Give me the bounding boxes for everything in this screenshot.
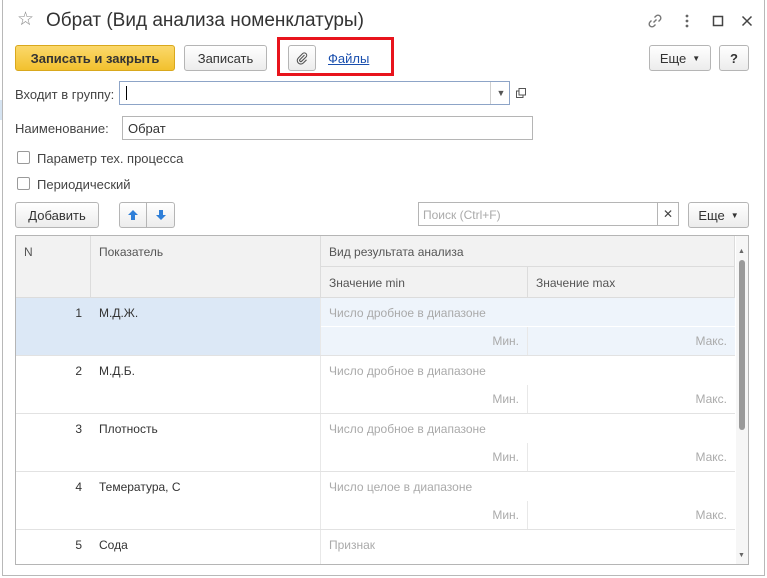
- header-min[interactable]: Значение min: [321, 267, 528, 298]
- close-icon[interactable]: [738, 12, 756, 30]
- row-indicator[interactable]: М.Д.Б.: [91, 356, 321, 413]
- text-cursor: [126, 86, 127, 100]
- row-min[interactable]: Мин.: [321, 327, 528, 355]
- help-button[interactable]: ?: [719, 45, 749, 71]
- row-result-type[interactable]: Число дробное в диапазоне: [321, 356, 735, 384]
- save-button[interactable]: Записать: [184, 45, 267, 71]
- search-input[interactable]: Поиск (Ctrl+F): [418, 202, 658, 226]
- row-result-type[interactable]: Число дробное в диапазоне: [321, 298, 735, 326]
- row-min[interactable]: Мин.: [321, 501, 528, 529]
- highlight-frame: [277, 37, 394, 76]
- table-row[interactable]: 3 Плотность Число дробное в диапазоне Ми…: [16, 414, 735, 472]
- clear-search-button[interactable]: ✕: [657, 202, 679, 226]
- clear-icon: ✕: [662, 207, 674, 221]
- table-row[interactable]: 1 М.Д.Ж. Число дробное в диапазоне Мин. …: [16, 298, 735, 356]
- row-max[interactable]: Макс.: [528, 327, 735, 355]
- save-and-close-button[interactable]: Записать и закрыть: [15, 45, 175, 71]
- arrow-down-icon: [155, 210, 166, 220]
- group-dropdown-button[interactable]: ▼: [490, 82, 511, 104]
- row-indicator[interactable]: Плотность: [91, 414, 321, 471]
- row-number: 4: [75, 480, 82, 494]
- row-max[interactable]: Макс.: [528, 385, 735, 413]
- more-menu-label: Еще: [659, 50, 687, 66]
- table-row[interactable]: 2 М.Д.Б. Число дробное в диапазоне Мин. …: [16, 356, 735, 414]
- maximize-icon[interactable]: [709, 12, 727, 30]
- row-number: 5: [75, 538, 82, 552]
- row-min[interactable]: Мин.: [321, 443, 528, 471]
- window-edge: [0, 100, 2, 120]
- table-more-menu-button[interactable]: Еще ▼: [688, 202, 749, 228]
- periodic-checkbox[interactable]: [17, 177, 30, 190]
- table-more-label: Еще: [698, 207, 725, 223]
- row-max[interactable]: Макс.: [528, 501, 735, 529]
- row-number: 1: [16, 298, 91, 355]
- arrow-up-icon: [128, 210, 138, 220]
- more-menu-button[interactable]: Еще ▼: [649, 45, 711, 71]
- row-number: 2: [75, 364, 82, 378]
- header-max[interactable]: Значение max: [528, 267, 735, 298]
- table-row[interactable]: 5 Сода Признак: [16, 530, 735, 564]
- table-row[interactable]: 4 Темература, С Число целое в диапазоне …: [16, 472, 735, 530]
- periodic-label: Периодический: [37, 177, 131, 192]
- move-up-button[interactable]: [119, 202, 147, 228]
- move-down-button[interactable]: [147, 202, 175, 228]
- name-input[interactable]: Обрат: [122, 116, 533, 140]
- more-vertical-icon[interactable]: [678, 12, 696, 30]
- row-result-type[interactable]: Число дробное в диапазоне: [321, 414, 735, 442]
- row-number: 3: [75, 422, 82, 436]
- row-result-type[interactable]: Число целое в диапазоне: [321, 472, 735, 500]
- chevron-down-icon: ▼: [692, 53, 701, 63]
- dropdown-arrow-icon: ▼: [496, 88, 506, 98]
- header-indicator[interactable]: Показатель: [91, 236, 321, 298]
- add-row-button[interactable]: Добавить: [15, 202, 99, 228]
- row-max[interactable]: Макс.: [528, 443, 735, 471]
- link-icon[interactable]: [646, 12, 664, 30]
- scroll-down-icon[interactable]: ▼: [738, 552, 745, 559]
- row-indicator[interactable]: М.Д.Ж.: [91, 298, 321, 355]
- chevron-down-icon: ▼: [730, 210, 739, 220]
- favorite-star-icon[interactable]: ☆: [17, 10, 34, 30]
- param-checkbox[interactable]: [17, 151, 30, 164]
- name-label: Наименование:: [15, 121, 109, 136]
- indicators-table: N Показатель Вид результата анализа Знач…: [15, 235, 749, 565]
- row-result-type[interactable]: Признак: [321, 530, 735, 558]
- group-open-button[interactable]: [512, 82, 530, 104]
- header-result-type[interactable]: Вид результата анализа: [321, 236, 735, 267]
- group-input[interactable]: [119, 81, 510, 105]
- row-indicator[interactable]: Темература, С: [91, 472, 321, 529]
- open-form-icon: [516, 88, 526, 98]
- param-label: Параметр тех. процесса: [37, 151, 184, 166]
- scrollbar-thumb[interactable]: [739, 260, 745, 430]
- header-n[interactable]: N: [16, 236, 91, 298]
- row-min[interactable]: Мин.: [321, 385, 528, 413]
- row-indicator[interactable]: Сода: [91, 530, 321, 564]
- vertical-scrollbar[interactable]: ▲ ▼: [736, 236, 748, 564]
- scroll-up-icon[interactable]: ▲: [738, 248, 745, 255]
- window-title: Обрат (Вид анализа номенклатуры): [46, 10, 364, 31]
- group-label: Входит в группу:: [15, 87, 115, 102]
